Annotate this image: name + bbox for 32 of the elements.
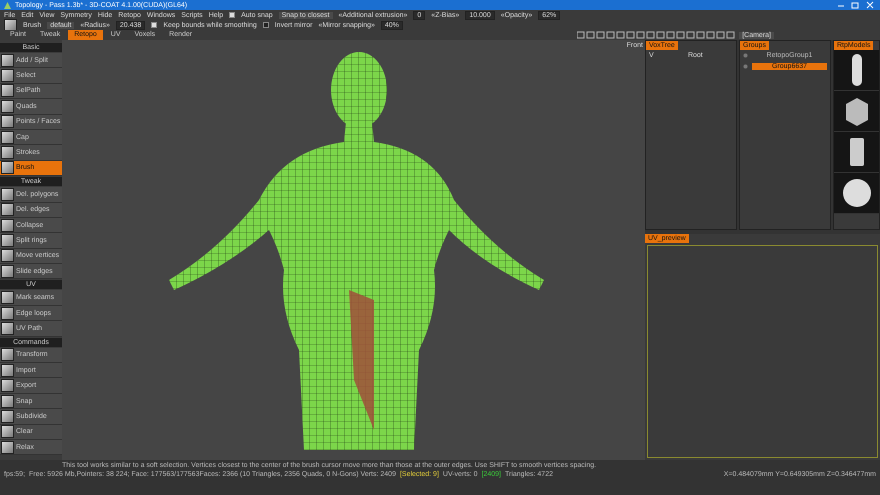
tool-icon [1, 146, 14, 160]
tool-icon [1, 440, 14, 454]
tool-icon [1, 425, 14, 438]
tool-icon [1, 410, 14, 423]
sphere-icon[interactable] [842, 176, 872, 210]
tool-icon [1, 54, 14, 67]
tool-icon [1, 130, 14, 144]
tool-icon [1, 234, 14, 247]
tool-icon [1, 306, 14, 320]
tool-icon [1, 203, 14, 216]
eye-icon [743, 53, 748, 58]
tool-icon [1, 115, 14, 128]
viewport-toolbar-icon [577, 31, 738, 39]
tool-icon [1, 69, 14, 82]
tool-icon [1, 100, 14, 113]
tool-icon [1, 218, 14, 232]
tool-icon [1, 84, 14, 98]
tool-icon [1, 379, 14, 392]
tool-icon [1, 348, 14, 362]
tool-icon [1, 161, 14, 174]
tool-icon [1, 264, 14, 278]
tool-icon [1, 322, 14, 335]
tool-icon [1, 188, 14, 201]
checkbox[interactable] [262, 22, 269, 28]
checkbox[interactable] [229, 12, 236, 18]
eye-icon [743, 64, 748, 69]
tool-icon [1, 249, 14, 262]
window-controls-icon [836, 1, 876, 9]
tool-icon [1, 364, 14, 377]
checkbox[interactable] [151, 22, 158, 28]
tool-icon [1, 291, 14, 304]
tool-icon [1, 394, 14, 408]
